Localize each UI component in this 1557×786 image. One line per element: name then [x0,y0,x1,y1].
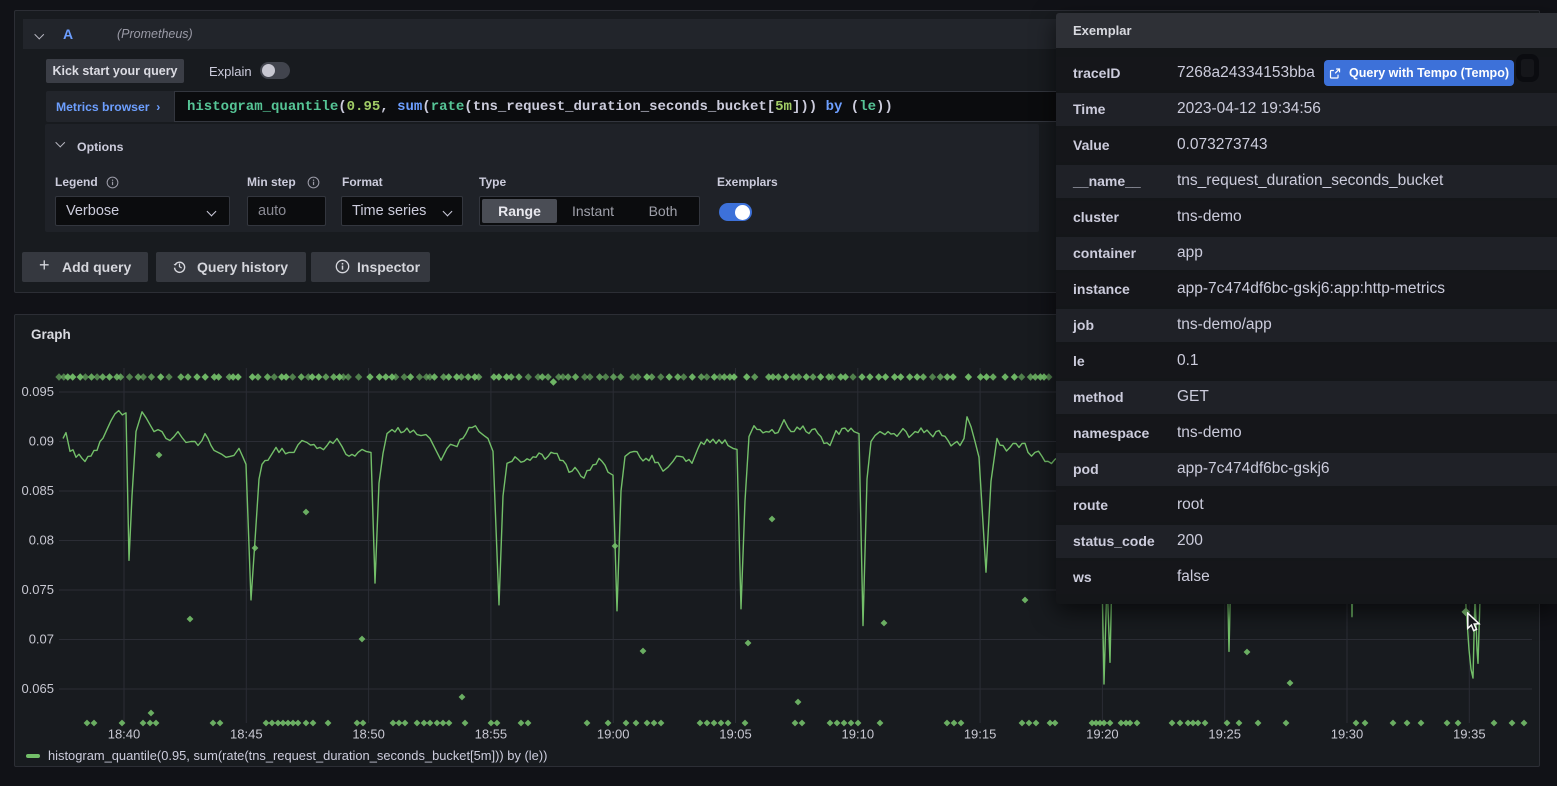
svg-text:18:45: 18:45 [230,727,263,742]
svg-text:19:15: 19:15 [964,727,997,742]
svg-text:18:40: 18:40 [108,727,141,742]
svg-text:0.095: 0.095 [21,384,54,399]
svg-text:0.08: 0.08 [29,533,54,548]
svg-text:0.085: 0.085 [21,483,54,498]
svg-text:18:50: 18:50 [352,727,385,742]
svg-text:19:05: 19:05 [719,727,752,742]
svg-text:0.075: 0.075 [21,582,54,597]
svg-text:19:30: 19:30 [1331,727,1364,742]
svg-text:19:35: 19:35 [1453,727,1486,742]
svg-text:19:25: 19:25 [1208,727,1241,742]
svg-text:0.07: 0.07 [29,632,54,647]
svg-text:19:00: 19:00 [597,727,630,742]
svg-text:18:55: 18:55 [475,727,508,742]
svg-text:19:10: 19:10 [842,727,875,742]
svg-text:0.09: 0.09 [29,434,54,449]
svg-text:19:20: 19:20 [1086,727,1119,742]
svg-text:0.065: 0.065 [21,681,54,696]
